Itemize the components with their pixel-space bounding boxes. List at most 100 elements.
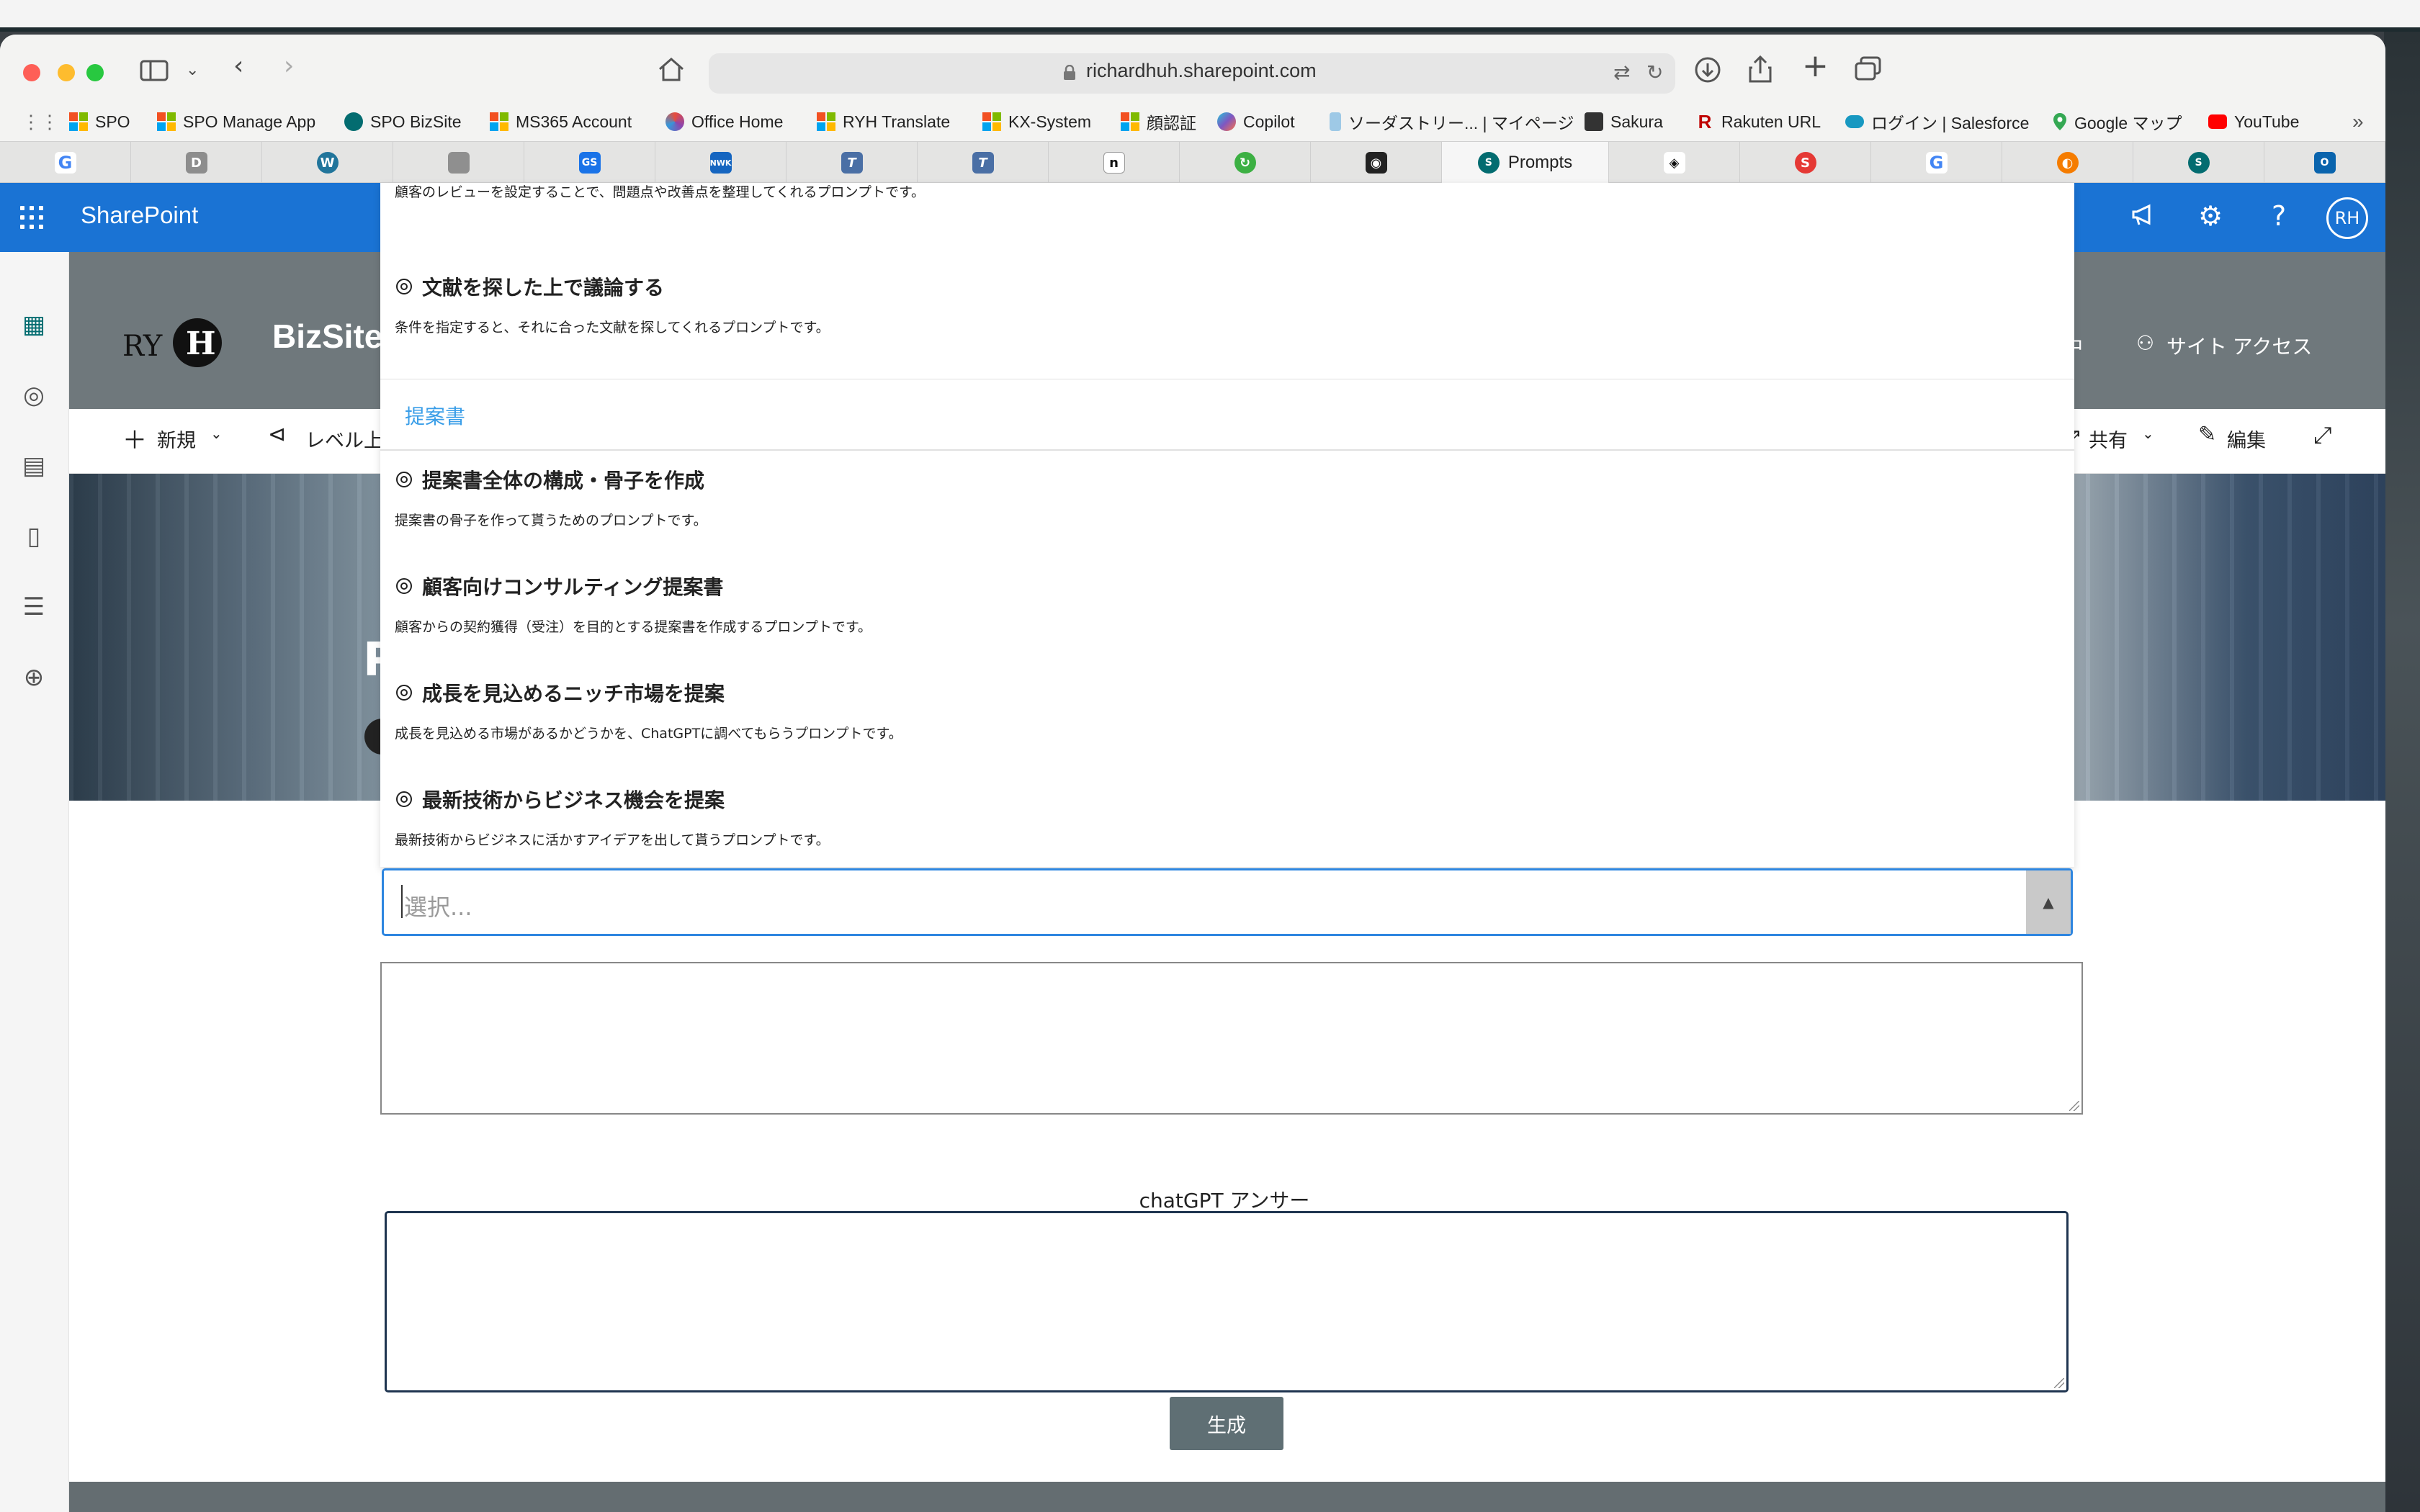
site-access-link[interactable]: サイト アクセス — [2166, 331, 2312, 360]
download-icon[interactable] — [1694, 56, 1721, 90]
bookmark-kx-system[interactable]: KX-System — [982, 109, 1091, 134]
more-bookmarks-icon[interactable]: » — [2352, 109, 2364, 134]
tab-orange[interactable]: ◐ — [2002, 142, 2133, 184]
tab-red-s[interactable]: S — [1740, 142, 1871, 184]
list-item[interactable]: 提案書全体の構成・骨子を作成 提案書の骨子を作って貰うためのプロンプトです。 — [395, 465, 707, 529]
bookmark-salesforce[interactable]: ログイン | Salesforce — [1845, 109, 2029, 134]
sidebar-toggle-icon[interactable] — [140, 59, 169, 89]
tab-overview-icon[interactable] — [1854, 56, 1883, 89]
resize-handle[interactable] — [2054, 1378, 2064, 1388]
expand-icon[interactable]: ⤢ — [2313, 422, 2332, 449]
tab-google-2[interactable]: G — [1871, 142, 2002, 184]
tab-t2[interactable]: T — [918, 142, 1049, 184]
bookmark-spo-manage-app[interactable]: SPO Manage App — [157, 109, 315, 134]
bookmark-face-auth[interactable]: 顔認証 — [1121, 109, 1196, 134]
tab-t1[interactable]: T — [786, 142, 918, 184]
bookmark-spo[interactable]: SPO — [69, 109, 130, 134]
tab-refresh[interactable]: ↻ — [1180, 142, 1311, 184]
new-button[interactable]: 新規 — [157, 425, 196, 453]
share-button[interactable]: 共有 — [2089, 425, 2128, 453]
avatar[interactable]: RH — [2326, 197, 2368, 239]
bookmark-spo-bizsite[interactable]: SPO BizSite — [344, 109, 462, 134]
openai-icon — [396, 685, 412, 701]
list-icon[interactable]: ☰ — [19, 592, 49, 622]
sharepoint-title[interactable]: SharePoint — [81, 202, 198, 229]
item-title: 最新技術からビジネス機会を提案 — [422, 788, 725, 812]
chevron-down-icon[interactable]: ⌄ — [210, 425, 223, 443]
tab-outlook[interactable]: O — [2264, 142, 2385, 184]
help-icon[interactable]: ? — [2272, 200, 2286, 232]
chevron-down-icon[interactable]: ⌄ — [186, 56, 199, 85]
settings-gear-icon[interactable]: ⚙ — [2198, 200, 2223, 232]
share-icon[interactable] — [1747, 55, 1773, 90]
resize-handle[interactable] — [2069, 1101, 2079, 1111]
reload-icon[interactable]: ↻ — [1646, 60, 1663, 84]
app-bar: ▦ ◎ ▤ ▯ ☰ ⊕ — [0, 252, 69, 1512]
list-item[interactable]: 文献を探した上で議論する 条件を指定すると、それに合った文献を探してくれるプロン… — [395, 272, 830, 336]
minimize-window-button[interactable] — [58, 64, 75, 81]
bookmark-sodastream[interactable]: ソーダストリー... | マイページ — [1330, 109, 1574, 134]
tab-sharepoint-2[interactable]: S — [2133, 142, 2264, 184]
bookmark-copilot[interactable]: Copilot — [1217, 109, 1295, 134]
prompt-select[interactable]: 選択... ▲ — [382, 868, 2073, 936]
chevron-down-icon[interactable]: ⌄ — [2142, 425, 2154, 443]
new-tab-icon[interactable]: + — [1802, 50, 1829, 82]
bookmark-label: SPO — [95, 112, 130, 131]
megaphone-icon[interactable] — [2129, 200, 2158, 235]
home-icon[interactable] — [657, 56, 686, 89]
news-feed-icon[interactable]: ▤ — [19, 451, 49, 481]
bookmark-office-home[interactable]: Office Home — [666, 109, 783, 134]
promote-button[interactable]: レベル上 — [305, 425, 383, 453]
tab-d[interactable]: D — [131, 142, 262, 184]
forward-icon[interactable]: › — [284, 52, 294, 81]
back-icon[interactable]: ‹ — [233, 52, 243, 81]
google-icon: G — [54, 152, 76, 174]
bookmark-sakura[interactable]: Sakura — [1585, 109, 1663, 134]
add-circle-icon[interactable]: ⊕ — [19, 662, 49, 693]
tab-news[interactable]: NWK — [655, 142, 786, 184]
list-item[interactable]: 成長を見込めるニッチ市場を提案 成長を見込める市場があるかどうかを、ChatGP… — [395, 678, 902, 742]
office-icon — [666, 112, 684, 131]
item-description: 顧客からの契約獲得（受注）を目的とする提案書を作成するプロンプトです。 — [395, 619, 871, 635]
list-item[interactable]: 顧客向けコンサルティング提案書 顧客からの契約獲得（受注）を目的とする提案書を作… — [395, 572, 871, 636]
bookmark-label: Copilot — [1243, 112, 1295, 131]
lock-icon — [1064, 65, 1075, 80]
close-window-button[interactable] — [23, 64, 40, 81]
list-item-partial[interactable]: 顧客のレビューを設定することで、問題点や改善点を整理してくれるプロンプトです。 — [395, 183, 925, 201]
list-item[interactable]: 最新技術からビジネス機会を提案 最新技術からビジネスに活かすアイデアを出して貰う… — [395, 785, 830, 849]
caret-up-icon[interactable]: ▲ — [2026, 870, 2071, 934]
tab-image[interactable] — [393, 142, 524, 184]
edit-button[interactable]: 編集 — [2227, 425, 2266, 453]
bookmark-google-maps[interactable]: Google マップ — [2053, 109, 2182, 134]
globe-icon[interactable]: ◎ — [19, 380, 49, 410]
bookmark-rakuten-url[interactable]: R Rakuten URL — [1695, 109, 1821, 134]
tab-codepen[interactable]: ◈ — [1609, 142, 1740, 184]
letter-t-icon: T — [972, 152, 994, 174]
tab-prompts[interactable]: S Prompts — [1442, 142, 1609, 184]
bottle-icon — [1330, 112, 1341, 131]
bookmark-youtube[interactable]: YouTube — [2208, 109, 2299, 134]
translate-icon[interactable]: ⇄ — [1613, 60, 1630, 84]
microsoft-logo-icon — [982, 112, 1001, 131]
apps-grid-icon[interactable]: ⋮⋮ — [22, 109, 59, 134]
tab-google-sheets[interactable]: GS — [524, 142, 655, 184]
tab-notion[interactable]: n — [1049, 142, 1180, 184]
group-label: 提案書 — [405, 405, 466, 428]
bookmark-label: MS365 Account — [516, 112, 632, 131]
bookmark-ryh-translate[interactable]: RYH Translate — [817, 109, 950, 134]
maximize-window-button[interactable] — [86, 64, 104, 81]
bookmark-ms365-account[interactable]: MS365 Account — [490, 109, 632, 134]
file-icon[interactable]: ▯ — [19, 521, 49, 552]
site-title[interactable]: BizSite — [272, 317, 382, 356]
tab-robot[interactable]: ◉ — [1311, 142, 1442, 184]
answer-textarea[interactable] — [385, 1211, 2069, 1392]
tab-google[interactable]: G — [0, 142, 131, 184]
tab-wordpress[interactable]: W — [262, 142, 393, 184]
prompt-textarea[interactable] — [380, 962, 2083, 1115]
generate-button[interactable]: 生成 — [1170, 1397, 1283, 1450]
site-home-icon[interactable]: ▦ — [19, 310, 49, 340]
bookmark-label: Rakuten URL — [1721, 112, 1821, 131]
app-launcher-icon[interactable] — [20, 206, 43, 229]
address-bar[interactable]: richardhuh.sharepoint.com ⇄ ↻ — [709, 53, 1675, 94]
site-logo[interactable]: RY H — [120, 311, 228, 380]
